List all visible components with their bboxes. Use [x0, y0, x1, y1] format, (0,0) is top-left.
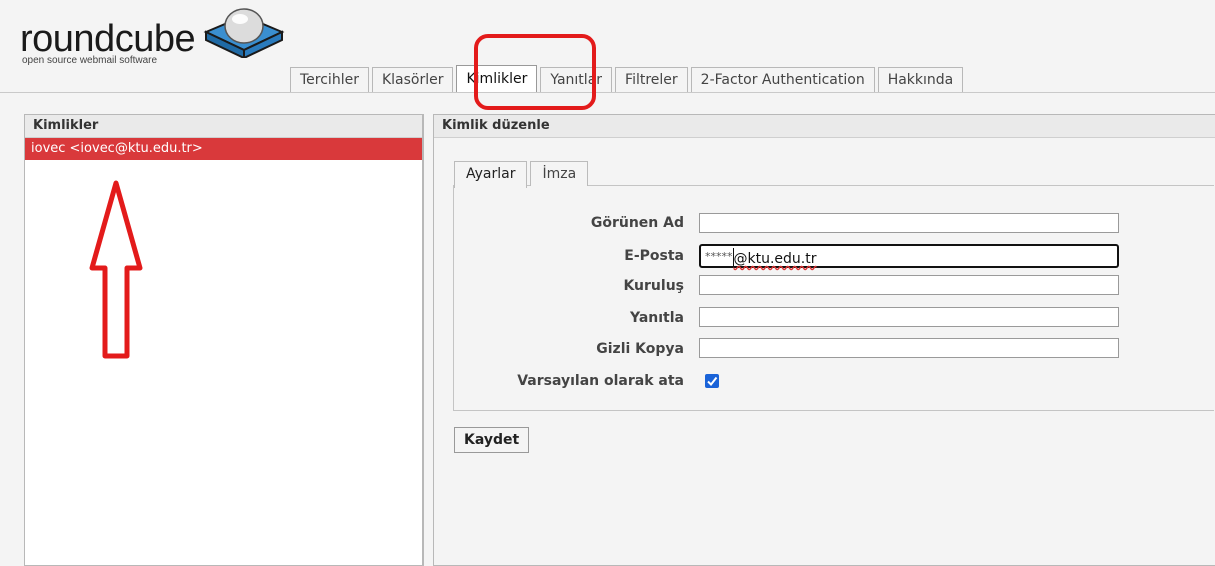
identities-panel: Kimlikler iovec <iovec@ktu.edu.tr> [24, 114, 424, 566]
email-input[interactable]: *****@ktu.edu.tr [699, 244, 1119, 268]
logo-box-icon [203, 8, 285, 58]
email-value: *****@ktu.edu.tr [705, 248, 817, 267]
logo-tagline: open source webmail software [22, 55, 158, 66]
edit-identity-title: Kimlik düzenle [434, 115, 1215, 138]
tab-imza[interactable]: İmza [530, 161, 589, 186]
bcc-label: Gizli Kopya [596, 341, 684, 357]
display-name-input[interactable] [699, 213, 1119, 233]
identity-sub-tabs: Ayarlar İmza [454, 161, 591, 188]
tab-divider [0, 92, 1215, 93]
organization-input[interactable] [699, 275, 1119, 295]
reply-to-label: Yanıtla [629, 310, 684, 326]
tab-ayarlar[interactable]: Ayarlar [454, 161, 528, 188]
tab-tercihler[interactable]: Tercihler [290, 67, 369, 92]
edit-identity-panel: Kimlik düzenle Görünen Ad E-Posta *****@… [433, 114, 1215, 566]
tab-hakkinda[interactable]: Hakkında [877, 67, 964, 92]
settings-tabs: Tercihler Klasörler Kimlikler Yanıtlar F… [290, 65, 966, 93]
email-mask: ***** [705, 250, 733, 263]
email-domain: @ktu.edu.tr [733, 251, 817, 267]
up-arrow-annotation [89, 180, 143, 359]
tab-klasorler[interactable]: Klasörler [371, 67, 454, 92]
tab-2fa[interactable]: 2-Factor Authentication [690, 67, 875, 92]
default-checkbox[interactable] [705, 374, 719, 388]
email-label: E-Posta [624, 248, 684, 264]
identity-list-item[interactable]: iovec <iovec@ktu.edu.tr> [25, 138, 422, 160]
roundcube-logo: roundcube open source webmail software [20, 6, 285, 76]
highlight-box-annotation [474, 34, 596, 110]
logo-wordmark: roundcube [20, 18, 196, 60]
bcc-input[interactable] [699, 338, 1119, 358]
reply-to-input[interactable] [699, 307, 1119, 327]
identities-panel-title: Kimlikler [25, 115, 422, 138]
organization-label: Kuruluş [623, 278, 684, 294]
save-button[interactable]: Kaydet [454, 427, 530, 453]
display-name-label: Görünen Ad [590, 215, 684, 231]
identity-form: Görünen Ad E-Posta *****@ktu.edu.tr Kuru… [453, 185, 1214, 411]
checkmark-icon [707, 376, 718, 387]
tab-filtreler[interactable]: Filtreler [615, 67, 688, 92]
default-label: Varsayılan olarak ata [517, 373, 684, 389]
